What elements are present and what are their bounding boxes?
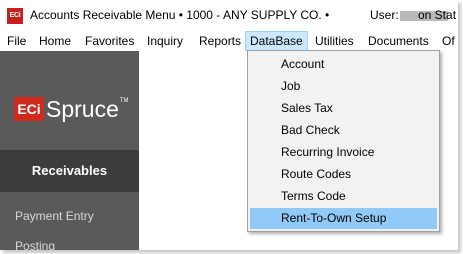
menu-favorites[interactable]: Favorites <box>81 31 138 51</box>
menu-documents[interactable]: Documents <box>364 31 433 51</box>
dropdown-item-route-codes[interactable]: Route Codes <box>250 164 437 185</box>
window-title-tail: on Stat <box>418 8 457 22</box>
dropdown-item-recurring-invoice[interactable]: Recurring Invoice <box>250 142 437 163</box>
menu-inquiry[interactable]: Inquiry <box>143 31 187 51</box>
dropdown-item-bad-check[interactable]: Bad Check <box>250 120 437 141</box>
dropdown-item-sales-tax[interactable]: Sales Tax <box>250 98 437 119</box>
section-receivables[interactable]: Receivables <box>0 150 139 192</box>
menu-file[interactable]: File <box>3 31 30 51</box>
eci-spruce-logo: ECi Spruce TM <box>14 96 129 122</box>
logo-trademark: TM <box>119 98 129 104</box>
menu-home[interactable]: Home <box>35 31 75 51</box>
menu-bar: File Home Favorites Inquiry Reports Data… <box>0 31 458 51</box>
menu-reports[interactable]: Reports <box>195 31 245 51</box>
nav-posting[interactable]: Posting <box>15 239 55 250</box>
dropdown-item-job[interactable]: Job <box>250 76 437 97</box>
database-dropdown-menu: Account Job Sales Tax Bad Check Recurrin… <box>247 50 440 232</box>
logo-eci-mark: ECi <box>14 97 44 121</box>
logo-spruce-text: Spruce <box>46 96 119 122</box>
app-window: ECi Accounts Receivable Menu • 1000 - AN… <box>0 0 458 250</box>
user-label: User: <box>370 8 399 22</box>
window-title: Accounts Receivable Menu • 1000 - ANY SU… <box>30 8 330 22</box>
dropdown-item-terms-code[interactable]: Terms Code <box>250 186 437 207</box>
menu-utilities[interactable]: Utilities <box>311 31 358 51</box>
title-bar: ECi Accounts Receivable Menu • 1000 - AN… <box>0 0 458 31</box>
menu-office[interactable]: Of <box>438 31 458 51</box>
menu-database[interactable]: DataBase <box>245 31 308 51</box>
nav-payment-entry[interactable]: Payment Entry <box>15 209 94 223</box>
sidebar: ECi Spruce TM Receivables Payment Entry … <box>0 51 139 250</box>
app-logo-icon: ECi <box>7 8 23 24</box>
dropdown-item-account[interactable]: Account <box>250 54 437 75</box>
dropdown-item-rent-to-own-setup[interactable]: Rent-To-Own Setup <box>250 208 437 229</box>
